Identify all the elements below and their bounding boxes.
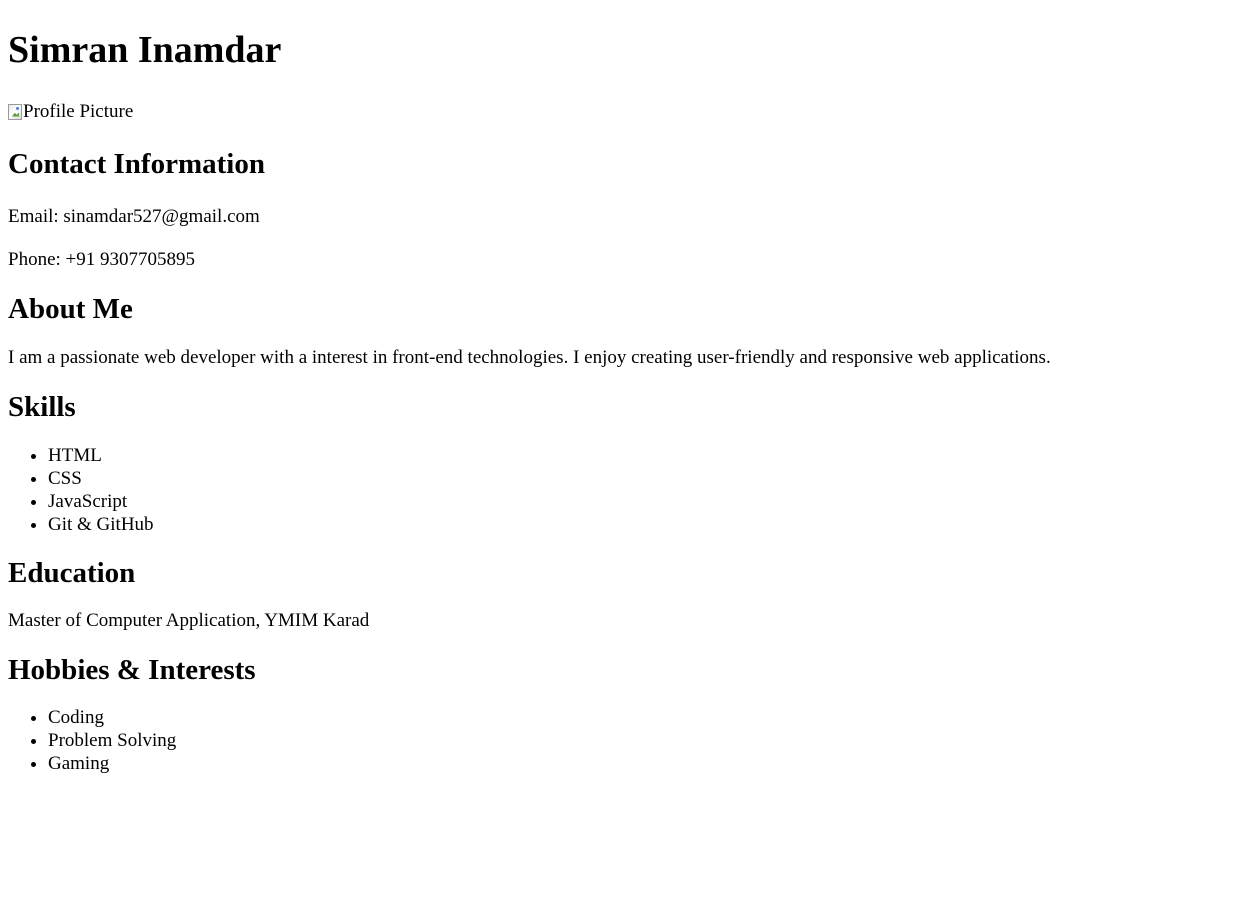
page-title: Simran Inamdar [8, 29, 282, 71]
resume-page: Simran Inamdar Profile Picture Contact I… [0, 28, 1234, 775]
skill-item: Git & GitHub [48, 513, 1226, 536]
phone-text: Phone: +91 9307705895 [8, 248, 195, 270]
skills-list: HTML CSS JavaScript Git & GitHub [8, 444, 1226, 536]
profile-picture-alt-text: Profile Picture [23, 101, 134, 122]
hobby-item: Problem Solving [48, 729, 1226, 752]
email-text: Email: sinamdar527@gmail.com [8, 205, 260, 227]
skill-item: HTML [48, 444, 1226, 467]
contact-heading: Contact Information [8, 147, 265, 180]
profile-picture: Profile Picture [8, 100, 133, 123]
skills-heading: Skills [8, 390, 76, 423]
hobbies-heading: Hobbies & Interests [8, 653, 256, 686]
broken-image-icon [8, 103, 22, 120]
hobby-item: Gaming [48, 752, 1226, 775]
hobby-item: Coding [48, 706, 1226, 729]
hobbies-list: Coding Problem Solving Gaming [8, 706, 1226, 775]
about-text: I am a passionate web developer with a i… [8, 346, 1051, 368]
education-heading: Education [8, 556, 136, 589]
skill-item: JavaScript [48, 490, 1226, 513]
about-heading: About Me [8, 292, 133, 325]
education-text: Master of Computer Application, YMIM Kar… [8, 609, 370, 631]
skill-item: CSS [48, 467, 1226, 490]
